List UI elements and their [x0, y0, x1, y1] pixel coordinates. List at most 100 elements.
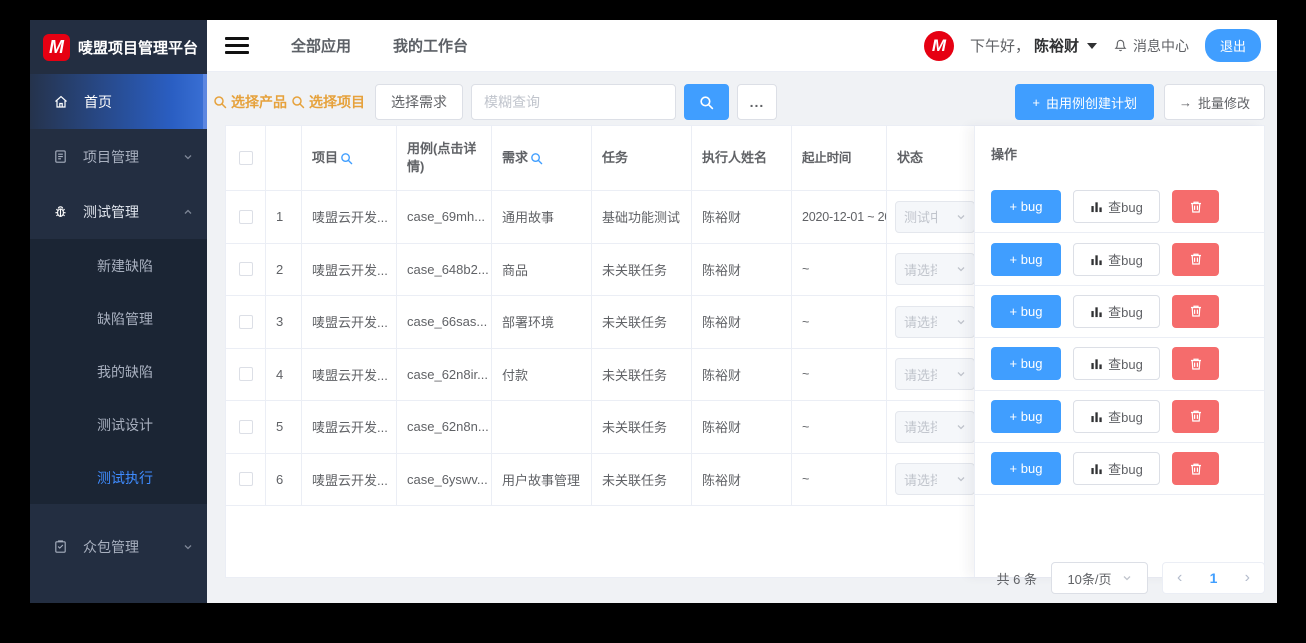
sidebar-item-my-defects[interactable]: 我的缺陷	[30, 345, 207, 398]
select-product-link[interactable]: 选择产品	[213, 92, 287, 112]
project-header: 项目	[302, 126, 397, 190]
create-plan-from-case-button[interactable]: + 由用例创建计划	[1015, 84, 1154, 120]
sidebar-item-project-mgmt[interactable]: 项目管理	[30, 129, 207, 184]
add-bug-button[interactable]: + bug	[991, 242, 1061, 276]
project-cell: 唛盟云开发...	[302, 296, 397, 348]
page-size-select[interactable]: 10条/页	[1051, 562, 1148, 594]
index-header	[266, 126, 302, 190]
nav-my-workbench[interactable]: 我的工作台	[393, 35, 468, 56]
operations-row: + bug 查bug	[975, 391, 1264, 443]
view-bug-button[interactable]: 查bug	[1073, 190, 1160, 224]
batch-edit-button[interactable]: → 批量修改	[1163, 84, 1265, 120]
more-filters-button[interactable]: ...	[737, 84, 777, 120]
row-checkbox[interactable]	[238, 209, 253, 224]
row-checkbox[interactable]	[238, 262, 253, 277]
sidebar-item-test-design[interactable]: 测试设计	[30, 398, 207, 451]
operations-row: + bug 查bug	[975, 286, 1264, 339]
row-checkbox[interactable]	[238, 367, 253, 382]
select-all-checkbox[interactable]	[238, 151, 253, 165]
view-bug-button[interactable]: 查bug	[1073, 242, 1160, 276]
case-cell[interactable]: case_62n8ir...	[397, 348, 492, 400]
requirement-cell: 用户故事管理	[492, 453, 592, 505]
case-cell[interactable]: case_648b2...	[397, 243, 492, 295]
case-cell[interactable]: case_6yswv...	[397, 453, 492, 505]
delete-button[interactable]	[1172, 452, 1219, 486]
delete-button[interactable]	[1172, 190, 1219, 224]
nav-all-apps[interactable]: 全部应用	[291, 35, 351, 56]
status-value: 请选择	[904, 420, 937, 436]
view-bug-button[interactable]: 查bug	[1073, 347, 1160, 381]
status-select[interactable]: 请选择	[895, 410, 975, 443]
bar-chart-icon	[1090, 200, 1103, 213]
user-menu[interactable]: 下午好， 陈裕财	[970, 35, 1097, 56]
current-page[interactable]: 1	[1210, 570, 1218, 586]
trash-icon	[1189, 409, 1203, 423]
view-bug-button[interactable]: 查bug	[1073, 399, 1160, 433]
message-center-link[interactable]: 消息中心	[1113, 36, 1189, 56]
status-select[interactable]: 测试中	[895, 200, 975, 233]
trash-icon	[1189, 252, 1203, 266]
search-button[interactable]	[684, 84, 729, 120]
bar-chart-icon	[1090, 410, 1103, 423]
fuzzy-search-input[interactable]	[471, 84, 676, 120]
sidebar-item-partial[interactable]	[30, 594, 207, 603]
prev-page-button[interactable]: ‹	[1177, 570, 1182, 586]
delete-button[interactable]	[1172, 242, 1219, 276]
case-cell[interactable]: case_66sas...	[397, 296, 492, 348]
chevron-down-icon	[1122, 573, 1132, 583]
row-checkbox[interactable]	[238, 419, 253, 434]
top-nav: 全部应用 我的工作台	[291, 35, 468, 56]
executor-cell: 陈裕财	[692, 348, 792, 400]
status-select[interactable]: 请选择	[895, 358, 975, 391]
requirement-cell	[492, 401, 592, 453]
sidebar-item-test-mgmt[interactable]: 测试管理	[30, 184, 207, 239]
home-icon	[53, 94, 69, 110]
add-bug-button[interactable]: + bug	[991, 294, 1061, 328]
search-icon[interactable]	[340, 152, 353, 165]
chevron-down-icon	[183, 152, 193, 162]
search-icon[interactable]	[530, 152, 543, 165]
task-cell: 未关联任务	[592, 453, 692, 505]
case-header: 用例(点击详情)	[397, 126, 492, 190]
view-bug-button[interactable]: 查bug	[1073, 452, 1160, 486]
status-select[interactable]: 请选择	[895, 305, 975, 338]
bar-chart-icon	[1090, 357, 1103, 370]
next-page-button[interactable]: ›	[1245, 570, 1250, 586]
sidebar-item-label: 首页	[84, 93, 112, 110]
add-bug-button[interactable]: + bug	[991, 452, 1061, 486]
delete-button[interactable]	[1172, 347, 1219, 381]
project-cell: 唛盟云开发...	[302, 243, 397, 295]
chevron-down-icon	[956, 212, 966, 222]
total-count: 共 6 条	[996, 571, 1037, 587]
status-select[interactable]: 请选择	[895, 253, 975, 286]
view-bug-button[interactable]: 查bug	[1073, 294, 1160, 328]
operations-header: 操作	[991, 147, 1018, 162]
sidebar-item-new-defect[interactable]: 新建缺陷	[30, 239, 207, 292]
row-checkbox[interactable]	[238, 472, 253, 487]
executor-cell: 陈裕财	[692, 243, 792, 295]
hamburger-menu-icon[interactable]	[225, 37, 249, 54]
sidebar-item-home[interactable]: 首页	[30, 74, 207, 129]
sidebar-item-label: 众包管理	[83, 538, 139, 555]
delete-button[interactable]	[1172, 294, 1219, 328]
sidebar-item-defect-mgmt[interactable]: 缺陷管理	[30, 292, 207, 345]
select-project-link[interactable]: 选择项目	[291, 92, 365, 112]
user-avatar[interactable]: M	[923, 30, 954, 61]
sidebar-item-label: 项目管理	[83, 148, 139, 165]
select-requirement-button[interactable]: 选择需求	[375, 84, 463, 120]
time-cell: ~	[792, 296, 887, 348]
add-bug-button[interactable]: + bug	[991, 399, 1061, 433]
sidebar-item-test-execution[interactable]: 测试执行	[30, 451, 207, 504]
case-cell[interactable]: case_62n8n...	[397, 401, 492, 453]
status-select[interactable]: 请选择	[895, 463, 975, 496]
add-bug-button[interactable]: + bug	[991, 190, 1061, 224]
sidebar-item-crowd-mgmt[interactable]: 众包管理	[30, 519, 207, 574]
row-checkbox[interactable]	[238, 314, 253, 329]
operations-body: + bug 查bug + bug 查bug + bug 查bug + bug 查…	[975, 181, 1264, 496]
chevron-up-icon	[183, 207, 193, 217]
case-cell[interactable]: case_69mh...	[397, 191, 492, 243]
logout-button[interactable]: 退出	[1204, 29, 1261, 62]
delete-button[interactable]	[1172, 399, 1219, 433]
operations-row: + bug 查bug	[975, 338, 1264, 391]
add-bug-button[interactable]: + bug	[991, 347, 1061, 381]
